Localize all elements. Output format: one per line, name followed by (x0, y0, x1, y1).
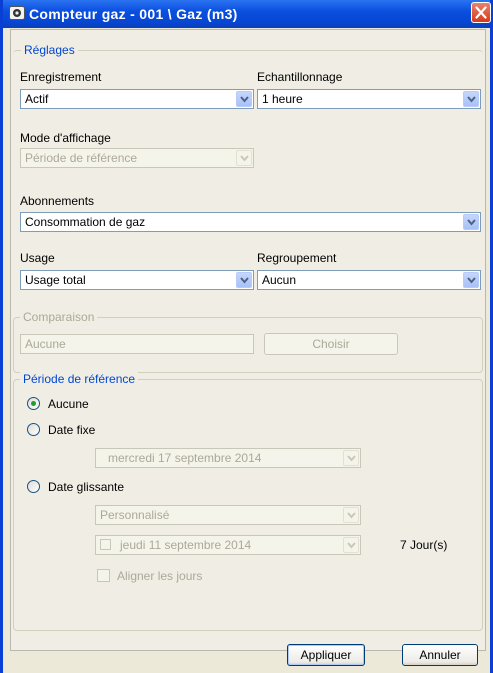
close-icon (475, 6, 487, 19)
glissante-date-dropdown-button (343, 537, 359, 553)
date-fixe-dropdown-button (343, 450, 359, 466)
chevron-down-icon (467, 277, 476, 284)
chevron-down-icon (347, 512, 356, 519)
mode-affichage-value: Période de référence (25, 151, 138, 165)
settings-panel: Réglages Enregistrement Actif Echantillo… (10, 29, 486, 666)
appliquer-button[interactable]: Appliquer (287, 644, 365, 666)
mode-affichage-dropdown-button (236, 150, 252, 166)
comparaison-field: Aucune (20, 334, 254, 354)
aligner-jours-label: Aligner les jours (117, 569, 203, 583)
chevron-down-icon (240, 96, 249, 103)
radio-date-fixe[interactable] (27, 423, 40, 436)
glissante-date-checkbox (100, 539, 111, 550)
chevron-down-icon (240, 277, 249, 284)
close-button[interactable] (471, 2, 491, 23)
date-fixe-value: mercredi 17 septembre 2014 (108, 451, 262, 465)
comparaison-value: Aucune (25, 337, 66, 351)
usage-value: Usage total (25, 273, 86, 287)
chevron-down-icon (347, 455, 356, 462)
usage-dropdown-button[interactable] (236, 272, 252, 288)
echantillonnage-label: Echantillonnage (257, 70, 343, 84)
chevron-down-icon (347, 542, 356, 549)
aligner-jours-checkbox (97, 569, 110, 582)
regroupement-combo[interactable]: Aucun (257, 270, 481, 290)
annuler-button[interactable]: Annuler (402, 644, 478, 666)
usage-combo[interactable]: Usage total (20, 270, 254, 290)
glissante-mode-dropdown-button (343, 507, 359, 523)
mode-affichage-combo: Période de référence (20, 148, 254, 168)
chevron-down-icon (467, 96, 476, 103)
glissante-date-value: jeudi 11 septembre 2014 (120, 538, 252, 552)
glissante-mode-value: Personnalisé (100, 508, 170, 522)
abonnements-combo[interactable]: Consommation de gaz (20, 212, 481, 232)
glissante-date-picker: jeudi 11 septembre 2014 (95, 535, 361, 555)
echantillonnage-dropdown-button[interactable] (463, 91, 479, 107)
chevron-down-icon (240, 155, 249, 162)
radio-aucune-label[interactable]: Aucune (48, 397, 89, 411)
radio-selected-dot (31, 401, 36, 406)
glissante-mode-combo: Personnalisé (95, 505, 361, 525)
regroupement-value: Aucun (262, 273, 297, 287)
echantillonnage-combo[interactable]: 1 heure (257, 89, 481, 109)
echantillonnage-value: 1 heure (262, 92, 303, 106)
radio-date-glissante[interactable] (27, 480, 40, 493)
window-title: Compteur gaz - 001 \ Gaz (m3) (29, 6, 238, 22)
date-fixe-picker: mercredi 17 septembre 2014 (95, 448, 361, 468)
dialog-window: Compteur gaz - 001 \ Gaz (m3) Réglages E… (0, 0, 493, 673)
radio-date-glissante-label[interactable]: Date glissante (48, 480, 124, 494)
title-bar[interactable]: Compteur gaz - 001 \ Gaz (m3) (3, 0, 491, 28)
choisir-button: Choisir (264, 333, 398, 355)
abonnements-dropdown-button[interactable] (463, 214, 479, 230)
comparaison-legend: Comparaison (20, 310, 98, 324)
gas-meter-app-icon (9, 6, 25, 20)
periode-legend: Période de référence (20, 372, 139, 386)
abonnements-value: Consommation de gaz (25, 215, 146, 229)
enregistrement-combo[interactable]: Actif (20, 89, 254, 109)
enregistrement-label: Enregistrement (20, 70, 102, 84)
mode-affichage-label: Mode d'affichage (20, 131, 111, 145)
abonnements-label: Abonnements (20, 194, 95, 208)
regroupement-label: Regroupement (257, 251, 337, 265)
reglages-legend: Réglages (21, 43, 78, 57)
radio-aucune[interactable] (27, 397, 40, 410)
usage-label: Usage (20, 251, 55, 265)
jours-count: 7 Jour(s) (400, 538, 448, 552)
enregistrement-dropdown-button[interactable] (236, 91, 252, 107)
radio-date-fixe-label[interactable]: Date fixe (48, 423, 95, 437)
chevron-down-icon (467, 219, 476, 226)
regroupement-dropdown-button[interactable] (463, 272, 479, 288)
enregistrement-value: Actif (25, 92, 49, 106)
